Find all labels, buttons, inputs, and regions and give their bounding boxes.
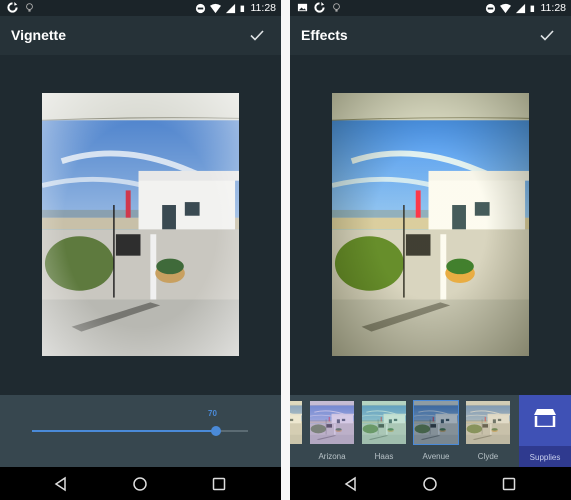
- check-icon[interactable]: [249, 27, 265, 43]
- app-bar: Effects: [290, 16, 571, 55]
- effects-screen: 11:28 Effects Arizona Haas Avenue Clyde …: [290, 0, 571, 500]
- image-icon: [297, 3, 308, 12]
- effect-thumbnail: [413, 400, 459, 445]
- effect-item[interactable]: y: [290, 395, 304, 467]
- back-icon[interactable]: [52, 475, 70, 493]
- effects-list[interactable]: y Arizona: [290, 395, 519, 467]
- effect-item[interactable]: Avenue: [412, 395, 460, 467]
- effect-label: Avenue: [422, 452, 450, 461]
- wifi-icon: [499, 3, 511, 13]
- effect-item[interactable]: Arizona: [308, 395, 356, 467]
- effect-label: Arizona: [318, 452, 346, 461]
- image-canvas: [0, 55, 281, 395]
- effect-item[interactable]: Clyde: [464, 395, 512, 467]
- effects-strip: y Arizona: [290, 395, 571, 467]
- recents-icon[interactable]: [500, 475, 518, 493]
- photo-preview: [332, 93, 529, 356]
- supplies-button[interactable]: Supplies: [519, 395, 571, 467]
- recents-icon[interactable]: [210, 475, 228, 493]
- navigation-bar: [290, 467, 571, 500]
- supplies-label: Supplies: [529, 453, 561, 462]
- photo-scene: [362, 401, 406, 444]
- battery-icon: [240, 5, 244, 12]
- status-time: 11:28: [540, 2, 567, 14]
- effect-thumbnail: [362, 401, 406, 444]
- photo-scene: [42, 93, 239, 356]
- effect-thumbnail: [310, 401, 354, 444]
- effect-item[interactable]: Haas: [360, 395, 408, 467]
- app-bar: Vignette: [0, 16, 281, 55]
- photo-scene: [290, 401, 302, 444]
- lightbulb-icon: [26, 3, 33, 12]
- status-bar: 11:28: [0, 0, 281, 16]
- photo-preview: [42, 93, 239, 356]
- photo-scene: [310, 401, 354, 444]
- photo-scene: [414, 401, 458, 444]
- status-bar: 11:28: [290, 0, 571, 16]
- home-icon[interactable]: [131, 475, 149, 493]
- sync-icon: [314, 2, 325, 13]
- vignette-controls: 70: [0, 395, 281, 467]
- check-icon[interactable]: [539, 27, 555, 43]
- wifi-icon: [209, 3, 221, 13]
- cellular-signal-icon: [515, 3, 525, 13]
- slider-thumb[interactable]: [210, 426, 221, 436]
- sync-icon: [7, 2, 18, 13]
- photo-scene: [332, 93, 529, 356]
- effect-thumbnail: [290, 401, 302, 444]
- slider-value-label: 70: [208, 409, 217, 418]
- store-icon: [534, 409, 556, 427]
- image-canvas: [290, 55, 571, 395]
- page-title: Vignette: [11, 27, 66, 43]
- effect-label: y: [290, 452, 304, 461]
- home-icon[interactable]: [421, 475, 439, 493]
- cellular-signal-icon: [225, 3, 235, 13]
- navigation-bar: [0, 467, 281, 500]
- status-time: 11:28: [250, 2, 277, 14]
- effect-label: Clyde: [477, 452, 499, 461]
- back-icon[interactable]: [342, 475, 360, 493]
- effect-thumbnail: [466, 401, 510, 444]
- vignette-slider[interactable]: [32, 426, 248, 436]
- vignette-screen: 11:28 Vignette 70: [0, 0, 281, 500]
- photo-scene: [466, 401, 510, 444]
- battery-icon: [530, 5, 534, 12]
- do-not-disturb-icon: [195, 3, 205, 13]
- do-not-disturb-icon: [485, 3, 495, 13]
- slider-fill: [32, 430, 216, 432]
- lightbulb-icon: [333, 3, 340, 12]
- effect-label: Haas: [374, 452, 394, 461]
- page-title: Effects: [301, 27, 348, 43]
